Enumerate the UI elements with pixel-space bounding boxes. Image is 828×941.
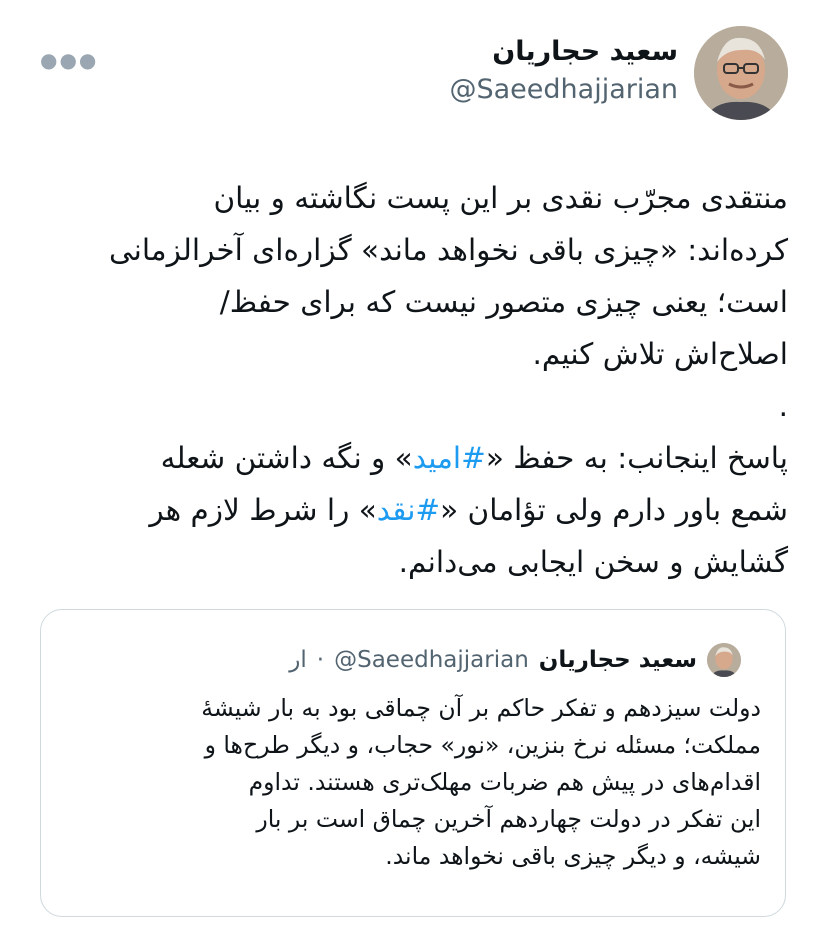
tweet-header: سعید حجاریان @Saeedhajjarian ●●●: [0, 26, 828, 122]
quoted-tweet[interactable]: سعید حجاریان @Saeedhajjarian · ار دولت س…: [40, 609, 786, 917]
body-line: » و نگه داشتن شعله: [160, 441, 413, 475]
tweet-body: منتقدی مجرّب نقدی بر این پست نگاشته و بی…: [36, 172, 788, 588]
quote-timestamp[interactable]: ار: [289, 647, 307, 673]
separator-dot: ·: [316, 647, 325, 673]
display-name[interactable]: سعید حجاریان: [449, 34, 678, 70]
avatar[interactable]: [694, 26, 788, 120]
body-line: .: [778, 389, 788, 423]
quote-display-name[interactable]: سعید حجاریان: [539, 647, 697, 673]
quote-line: اقدام‌های در پیش هم ضربات مهلک‌تری هستند…: [248, 768, 761, 796]
quote-line: مملکت؛ مسئله نرخ بنزین، «نور» حجاب، و دی…: [204, 731, 761, 759]
quote-line: شیشه، و دیگر چیزی باقی نخواهد ماند.: [385, 842, 761, 870]
body-line: اصلاح‌اش تلاش کنیم.: [532, 337, 788, 371]
more-horizontal-icon[interactable]: ●●●: [40, 48, 98, 72]
hashtag-link[interactable]: #امید: [413, 441, 486, 475]
body-line: » را شرط لازم هر: [149, 493, 377, 527]
quote-handle[interactable]: @Saeedhajjarian: [334, 647, 529, 673]
body-line: کرده‌اند: «چیزی باقی نخواهد ماند» گزاره‌…: [109, 233, 788, 267]
body-line: گشایش و سخن ایجابی می‌دانم.: [398, 545, 788, 579]
quote-line: دولت سیزدهم و تفکر حاکم بر آن چماقی بود …: [201, 694, 761, 722]
quote-line: این تفکر در دولت چهاردهم آخرین چماق است …: [256, 805, 761, 833]
body-line: شمع باور دارم ولی تؤامان «: [440, 493, 788, 527]
body-line: است؛ یعنی چیزی متصور نیست که برای حفظ/: [219, 285, 788, 319]
quote-header: سعید حجاریان @Saeedhajjarian · ار: [289, 642, 741, 678]
body-line: پاسخ اینجانب: به حفظ «: [485, 441, 788, 475]
user-handle[interactable]: @Saeedhajjarian: [449, 70, 678, 110]
avatar[interactable]: [707, 643, 741, 677]
hashtag-link[interactable]: #نقد: [377, 493, 440, 527]
body-line: منتقدی مجرّب نقدی بر این پست نگاشته و بی…: [213, 181, 788, 215]
quote-body: دولت سیزدهم و تفکر حاکم بر آن چماقی بود …: [61, 690, 761, 875]
